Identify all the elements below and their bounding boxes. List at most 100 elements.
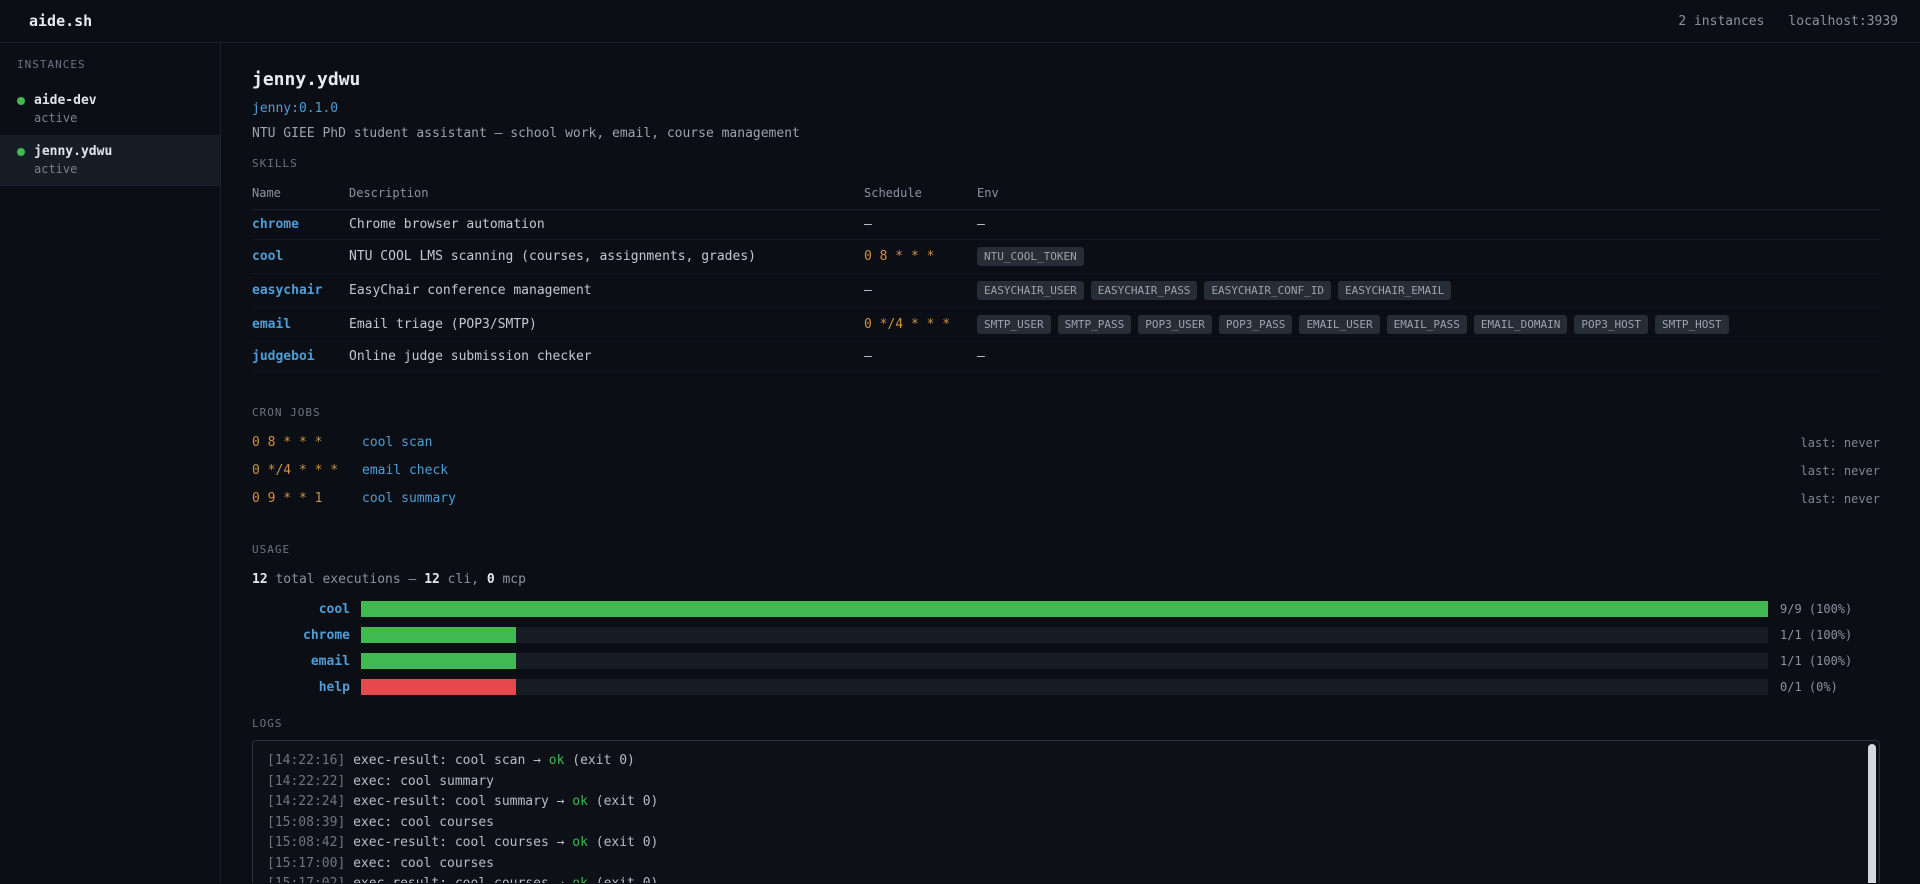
skill-name-link[interactable]: judgeboi (252, 349, 315, 364)
usage-skill-label[interactable]: email (252, 654, 350, 669)
sidebar-header: INSTANCES (17, 58, 86, 71)
env-var-badge: POP3_USER (1138, 315, 1212, 334)
skill-row: chrome Chrome browser automation – – (252, 209, 1880, 240)
instance-status: active (34, 162, 78, 176)
env-var-badge: EMAIL_USER (1299, 315, 1380, 334)
cron-schedule: 0 8 * * * (252, 435, 323, 450)
cron-job-list: 0 8 * * * cool scan last: never 0 */4 * * *… (252, 435, 1880, 507)
skill-name-link[interactable]: cool (252, 249, 283, 264)
env-var-badge: SMTP_USER (977, 315, 1051, 334)
log-line-list: [14:22:16] exec-result: cool scan → ok (… (267, 751, 1865, 883)
usage-bar-track (361, 601, 1768, 617)
skills-section: SKILLS Name Description Schedule Env chrome… (252, 157, 1880, 372)
usage-bar-track (361, 627, 1768, 643)
usage-bar-fill (361, 601, 1768, 617)
usage-summary: 12 total executions — 12 cli, 0 mcp (252, 572, 1880, 587)
usage-bar-fill (361, 653, 516, 669)
usage-bar-chart: cool 9/9 (100%) chrome 1/1 (100%) email 1/1 (… (252, 601, 1880, 695)
skill-name-link[interactable]: email (252, 317, 291, 332)
top-bar: aide.sh 2 instances localhost:3939 (0, 0, 1920, 43)
log-timestamp: [14:22:22] (267, 773, 346, 789)
cron-command-link[interactable]: email check (362, 463, 448, 479)
usage-bar-row: help 0/1 (0%) (252, 679, 1880, 695)
log-exit-code: (exit 0) (587, 835, 659, 850)
usage-summary-part: 12 (424, 572, 440, 587)
empty-schedule: – (864, 349, 872, 364)
usage-skill-label[interactable]: chrome (252, 628, 350, 643)
usage-bar-track (361, 653, 1768, 669)
log-message: exec: cool courses (345, 814, 494, 830)
log-message: exec-result: cool summary → (345, 794, 573, 809)
cron-section-header: CRON JOBS (252, 406, 321, 419)
env-var-badge: POP3_HOST (1574, 315, 1648, 334)
log-scrollbar-thumb[interactable] (1868, 744, 1876, 883)
skill-description: NTU COOL LMS scanning (courses, assignme… (349, 239, 864, 274)
log-exit-code: (exit 0) (587, 794, 659, 809)
instance-version-tag: jenny:0.1.0 (252, 101, 339, 116)
usage-bar-row: email 1/1 (100%) (252, 653, 1880, 669)
usage-bar-value: 9/9 (100%) (1780, 602, 1853, 616)
skill-description: EasyChair conference management (349, 273, 864, 308)
empty-schedule: – (864, 217, 872, 232)
log-status-ok: ok (572, 835, 588, 850)
skill-schedule: 0 */4 * * * (864, 317, 951, 332)
env-var-badge: EASYCHAIR_PASS (1090, 281, 1198, 300)
cron-job-row: 0 9 * * 1 cool summary last: never (252, 491, 1880, 507)
log-line: [14:22:22] exec: cool summary (267, 772, 1865, 793)
page-title: jenny.ydwu (252, 69, 361, 90)
log-message: exec-result: cool scan → (345, 753, 549, 768)
skill-description: Email triage (POP3/SMTP) (349, 307, 864, 342)
log-timestamp: [14:22:24] (267, 794, 346, 809)
usage-skill-label[interactable]: cool (252, 602, 350, 617)
cron-job-row: 0 8 * * * cool scan last: never (252, 435, 1880, 451)
app-title: aide.sh (29, 12, 93, 30)
log-status-ok: ok (572, 794, 588, 809)
instance-list: aide-dev active jenny.ydwu active (0, 84, 220, 186)
log-message: exec: cool courses (345, 855, 494, 871)
main-content: jenny.ydwu jenny:0.1.0 NTU GIEE PhD stud… (221, 43, 1920, 883)
skill-name-link[interactable]: easychair (252, 283, 322, 298)
env-var-badge: POP3_PASS (1218, 315, 1293, 334)
usage-bar-fill (361, 679, 516, 695)
env-var-badge: EMAIL_DOMAIN (1473, 315, 1568, 334)
usage-bar-row: cool 9/9 (100%) (252, 601, 1880, 617)
sidebar-item-jenny.ydwu[interactable]: jenny.ydwu active (0, 135, 220, 186)
env-var-badge: EMAIL_PASS (1386, 315, 1467, 334)
logs-section: LOGS [14:22:16] exec-result: cool scan →… (252, 717, 1880, 883)
skills-column-header: Description (349, 178, 864, 210)
log-line: [15:17:00] exec: cool courses (267, 854, 1865, 875)
log-timestamp: [15:08:42] (267, 835, 346, 850)
env-var-badge: SMTP_HOST (1655, 315, 1729, 334)
log-timestamp: [14:22:16] (267, 753, 346, 768)
log-status-ok: ok (548, 753, 565, 768)
skills-column-header: Env (977, 178, 1880, 210)
usage-summary-part: total executions — (267, 572, 425, 587)
skill-schedule: 0 8 * * * (864, 249, 935, 264)
skill-name-link[interactable]: chrome (252, 217, 299, 232)
cron-command-link[interactable]: cool scan (362, 435, 432, 451)
cron-jobs-section: CRON JOBS 0 8 * * * cool scan last: never 0… (252, 406, 1880, 507)
instance-status: active (34, 111, 78, 125)
usage-section-header: USAGE (252, 543, 291, 556)
cron-job-row: 0 */4 * * * email check last: never (252, 463, 1880, 479)
log-timestamp: [15:17:00] (267, 855, 346, 871)
skills-table: Name Description Schedule Env chrome Chrome … (252, 178, 1880, 372)
skill-row: judgeboi Online judge submission checker –… (252, 341, 1880, 372)
cron-last-run: last: never (1800, 436, 1880, 450)
skills-table-header-row: Name Description Schedule Env (252, 178, 1880, 210)
sidebar-item-aide-dev[interactable]: aide-dev active (0, 84, 220, 135)
log-viewer[interactable]: [14:22:16] exec-result: cool scan → ok (… (252, 740, 1880, 883)
usage-bar-value: 0/1 (0%) (1780, 680, 1838, 694)
usage-bar-value: 1/1 (100%) (1780, 654, 1853, 668)
log-message: exec-result: cool courses → (345, 835, 573, 850)
log-timestamp: [15:17:02] (267, 876, 345, 883)
log-line: [15:08:39] exec: cool courses (267, 813, 1865, 834)
logs-section-header: LOGS (252, 717, 283, 730)
instance-row: jenny.ydwu (17, 144, 203, 159)
instance-name: aide-dev (34, 93, 97, 108)
cron-command-link[interactable]: cool summary (362, 491, 456, 507)
usage-skill-label[interactable]: help (252, 680, 350, 695)
log-status-ok: ok (572, 876, 588, 883)
instances-count: 2 instances (1678, 13, 1765, 29)
usage-summary-part: mcp (494, 572, 526, 587)
